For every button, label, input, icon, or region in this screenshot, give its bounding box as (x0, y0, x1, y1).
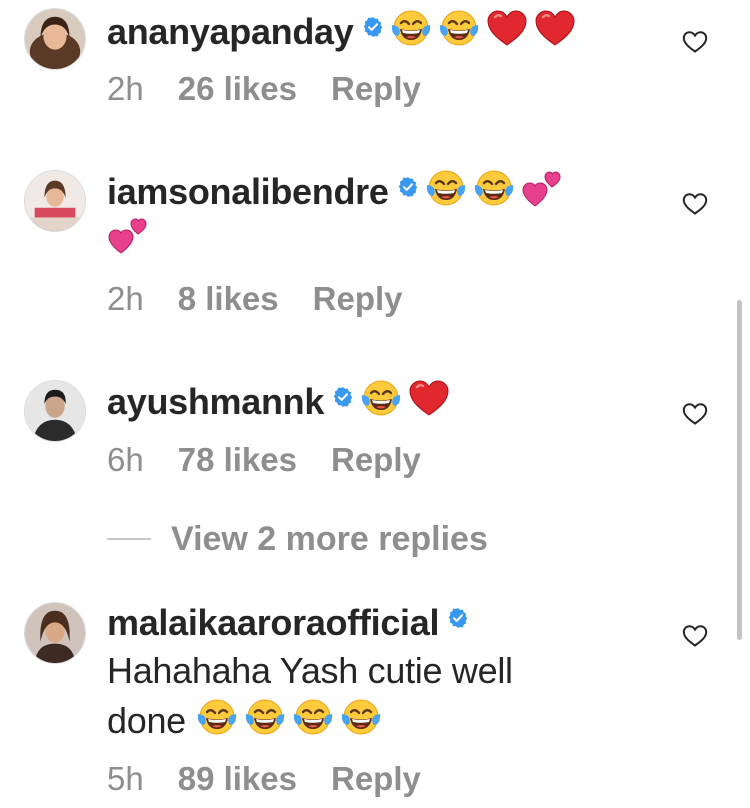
username[interactable]: iamsonalibendre (107, 171, 389, 212)
verified-badge-icon (332, 386, 354, 408)
red-heart-icon (408, 378, 450, 420)
timestamp: 2h (107, 280, 144, 317)
comment-body: ayushmannk (107, 378, 667, 425)
avatar[interactable] (24, 380, 86, 442)
comment-body: malaikaaroraofficial Hahahaha Yash cutie… (107, 600, 667, 746)
username[interactable]: ananyapanday (107, 11, 354, 52)
like-heart-icon[interactable] (682, 30, 708, 54)
avatar[interactable] (24, 170, 86, 232)
laughing-tears-icon (390, 8, 432, 50)
verified-badge-icon (447, 607, 469, 629)
username[interactable]: ayushmannk (107, 381, 324, 422)
divider (107, 538, 151, 540)
comment-meta: 2h 26 likes Reply (107, 70, 421, 108)
comment-body: ananyapanday (107, 8, 667, 55)
comment-meta: 2h 8 likes Reply (107, 280, 403, 318)
username[interactable]: malaikaaroraofficial (107, 602, 439, 643)
likes-count[interactable]: 89 likes (178, 760, 297, 798)
red-heart-icon (486, 8, 528, 50)
two-hearts-icon (521, 168, 563, 210)
reply-button[interactable]: Reply (313, 280, 403, 318)
laughing-tears-icon (340, 697, 382, 739)
avatar[interactable] (24, 602, 86, 664)
laughing-tears-icon (438, 8, 480, 50)
like-heart-icon[interactable] (682, 192, 708, 216)
red-heart-icon (534, 8, 576, 50)
likes-count[interactable]: 78 likes (178, 441, 297, 479)
two-hearts-icon (107, 215, 149, 257)
timestamp: 2h (107, 70, 144, 107)
scrollbar[interactable] (737, 300, 742, 640)
laughing-tears-icon (196, 697, 238, 739)
likes-count[interactable]: 8 likes (178, 280, 279, 318)
laughing-tears-icon (360, 378, 402, 420)
comment-text: Hahahaha Yash cutie well (107, 650, 513, 691)
reply-button[interactable]: Reply (331, 760, 421, 798)
laughing-tears-icon (292, 697, 334, 739)
avatar[interactable] (24, 8, 86, 70)
laughing-tears-icon (425, 168, 467, 210)
comment-body: iamsonalibendre (107, 168, 667, 262)
comment-meta: 6h 78 likes Reply (107, 441, 421, 479)
comment-meta: 5h 89 likes Reply (107, 760, 421, 798)
timestamp: 5h (107, 760, 144, 797)
laughing-tears-icon (473, 168, 515, 210)
verified-badge-icon (362, 16, 384, 38)
verified-badge-icon (397, 176, 419, 198)
comment-text: done (107, 700, 186, 741)
view-more-replies-button[interactable]: View 2 more replies (107, 520, 488, 562)
view-more-replies-label: View 2 more replies (171, 520, 488, 558)
timestamp: 6h (107, 441, 144, 478)
like-heart-icon[interactable] (682, 624, 708, 648)
likes-count[interactable]: 26 likes (178, 70, 297, 108)
reply-button[interactable]: Reply (331, 70, 421, 108)
laughing-tears-icon (244, 697, 286, 739)
like-heart-icon[interactable] (682, 402, 708, 426)
reply-button[interactable]: Reply (331, 441, 421, 479)
